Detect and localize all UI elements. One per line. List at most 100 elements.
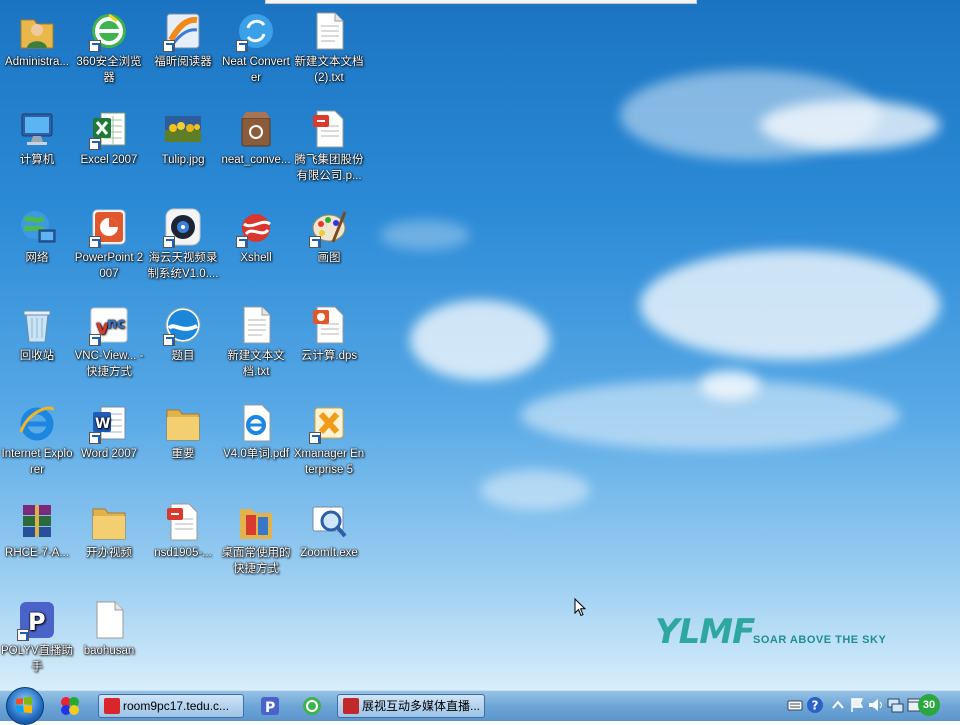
desktop-icon[interactable]: 福昕阅读器: [146, 4, 220, 70]
desktop-icon-label: 新建文本文档 (2).txt: [294, 56, 364, 84]
desktop-icon[interactable]: 海云天视频录制系统V1.0....: [146, 200, 220, 282]
desktop-icon[interactable]: W Word 2007: [72, 396, 146, 462]
desktop-icon-label: V4.0单词.pdf: [223, 448, 289, 460]
desktop-icon-label: 画图: [317, 252, 341, 264]
volume-icon[interactable]: [866, 696, 884, 714]
winrar-archive-icon: [17, 501, 57, 543]
desktop-icon[interactable]: V4.0单词.pdf: [219, 396, 293, 462]
desktop-icon[interactable]: 网络: [0, 200, 74, 266]
desktop-icon[interactable]: PowerPoint 2007: [72, 200, 146, 282]
xmanager-icon: [309, 402, 349, 444]
desktop-icon-label: RHCE-7-A...: [5, 547, 69, 559]
blank-file-icon: [89, 599, 129, 641]
shortcut-arrow-icon: [236, 40, 248, 52]
desktop-icon[interactable]: 新建文本文档 (2).txt: [292, 4, 366, 86]
desktop-icon[interactable]: neat_conve...: [219, 102, 293, 168]
desktop-icon-label: Xmanager Enterprise 5: [293, 448, 365, 476]
taskbar-button[interactable]: 展视互动多媒体直播...: [337, 694, 485, 718]
desktop-icon-label: 计算机: [19, 154, 55, 166]
taskbar: P room9pc17.tedu.c... 展视互动多媒体直播... ? 30: [0, 687, 960, 725]
powerpoint-icon: [89, 206, 129, 248]
pdf-file-icon: [309, 108, 349, 150]
clock-badge[interactable]: 30: [918, 694, 940, 716]
desktop-icon[interactable]: nsd1905-...: [146, 495, 220, 561]
shortcut-arrow-icon: [89, 40, 101, 52]
desktop-icon[interactable]: 重要: [146, 396, 220, 462]
vnc-viewer-icon: v nc: [89, 304, 129, 346]
neat-converter-icon: [236, 10, 276, 52]
logo-text: YLMF: [655, 612, 755, 652]
desktop-icon[interactable]: 新建文本文档.txt: [219, 298, 293, 380]
text-file-icon: [309, 10, 349, 52]
desktop-icon[interactable]: 桌面常使用的快捷方式: [219, 495, 293, 577]
shortcut-arrow-icon: [236, 236, 248, 248]
desktop-icon[interactable]: 画图: [292, 200, 366, 266]
desktop-icon[interactable]: Internet Explorer: [0, 396, 74, 478]
desktop-icon[interactable]: P POLYV直播助手: [0, 593, 74, 675]
desktop-icon-label: 题目: [171, 350, 195, 362]
desktop-icon-label: 云计算.dps: [300, 350, 358, 362]
quick-launch-app-icon[interactable]: [58, 694, 82, 718]
desktop-icon[interactable]: RHCE-7-A...: [0, 495, 74, 561]
svg-text:nc: nc: [107, 316, 125, 332]
desktop-icon[interactable]: Excel 2007: [72, 102, 146, 168]
desktop-icon-label: Xshell: [240, 252, 272, 264]
ie-document-icon: [236, 402, 276, 444]
user-folder-icon: [17, 10, 57, 52]
recycle-bin-icon: [17, 304, 57, 346]
network-tray-icon[interactable]: [886, 696, 904, 714]
desktop-icon-label: 海云天视频录制系统V1.0....: [147, 252, 219, 280]
live-stream-task-icon: [343, 698, 359, 714]
desktop-icon-label: neat_conve...: [221, 154, 291, 166]
text-file-icon: [236, 304, 276, 346]
desktop-icon[interactable]: 回收站: [0, 298, 74, 364]
desktop-icon-label: Excel 2007: [80, 154, 138, 166]
desktop-icon-label: Neat Converter: [222, 56, 290, 84]
start-button[interactable]: [6, 687, 44, 725]
360-browser-quick-icon[interactable]: [300, 694, 324, 718]
shortcut-folder-icon: [236, 501, 276, 543]
ylmf-logo: YLMF SOAR ABOVE THE SKY: [655, 612, 895, 654]
archive-box-icon: [236, 108, 276, 150]
desktop-icon-label: 网络: [25, 252, 49, 264]
taskbar-button[interactable]: room9pc17.tedu.c...: [98, 694, 244, 718]
desktop-icon-label: 福昕阅读器: [154, 56, 212, 68]
desktop-icon-label: POLYV直播助手: [1, 645, 73, 673]
polyv-quick-icon[interactable]: P: [258, 694, 282, 718]
shortcut-arrow-icon: [309, 432, 321, 444]
polyv-icon: P: [17, 599, 57, 641]
presentation-file-icon: [309, 304, 349, 346]
desktop-icon[interactable]: 开办视频: [72, 495, 146, 561]
desktop-icon[interactable]: 云计算.dps: [292, 298, 366, 364]
desktop-icon-label: 360安全浏览器: [76, 56, 142, 84]
paint-icon: [309, 206, 349, 248]
desktop-icon[interactable]: Tulip.jpg: [146, 102, 220, 168]
internet-explorer-icon: [17, 402, 57, 444]
desktop-icon[interactable]: Xshell: [219, 200, 293, 266]
desktop-icon[interactable]: ZoomIt.exe: [292, 495, 366, 561]
tray-keyboard-icon[interactable]: [786, 696, 804, 714]
help-icon[interactable]: ?: [806, 696, 824, 714]
svg-text:W: W: [95, 416, 110, 432]
desktop-icon[interactable]: 题目: [146, 298, 220, 364]
desktop-icon[interactable]: Neat Converter: [219, 4, 293, 86]
computer-icon: [17, 108, 57, 150]
desktop-icon[interactable]: Xmanager Enterprise 5: [292, 396, 366, 478]
shortcut-arrow-icon: [89, 334, 101, 346]
desktop-icon[interactable]: Administra...: [0, 4, 74, 70]
desktop-icon-label: 回收站: [19, 350, 55, 362]
shortcut-arrow-icon: [163, 40, 175, 52]
tray-expand-icon[interactable]: [829, 696, 847, 714]
windows-logo-icon: [16, 696, 32, 714]
desktop-icon[interactable]: 计算机: [0, 102, 74, 168]
globe-app-icon: [163, 304, 203, 346]
video-recorder-icon: [163, 206, 203, 248]
desktop-icon[interactable]: baohusan: [72, 593, 146, 659]
desktop-icon[interactable]: v nc VNC-View... - 快捷方式: [72, 298, 146, 380]
desktop[interactable]: Administra... 360安全浏览器 福昕阅读器 Neat Converter…: [0, 0, 960, 690]
desktop-icon[interactable]: 360安全浏览器: [72, 4, 146, 86]
desktop-icon-label: 新建文本文档.txt: [227, 350, 285, 378]
desktop-icon[interactable]: 腾飞集团股份有限公司.p...: [292, 102, 366, 184]
svg-text:P: P: [265, 700, 275, 716]
tray-flag-icon[interactable]: [848, 696, 866, 714]
